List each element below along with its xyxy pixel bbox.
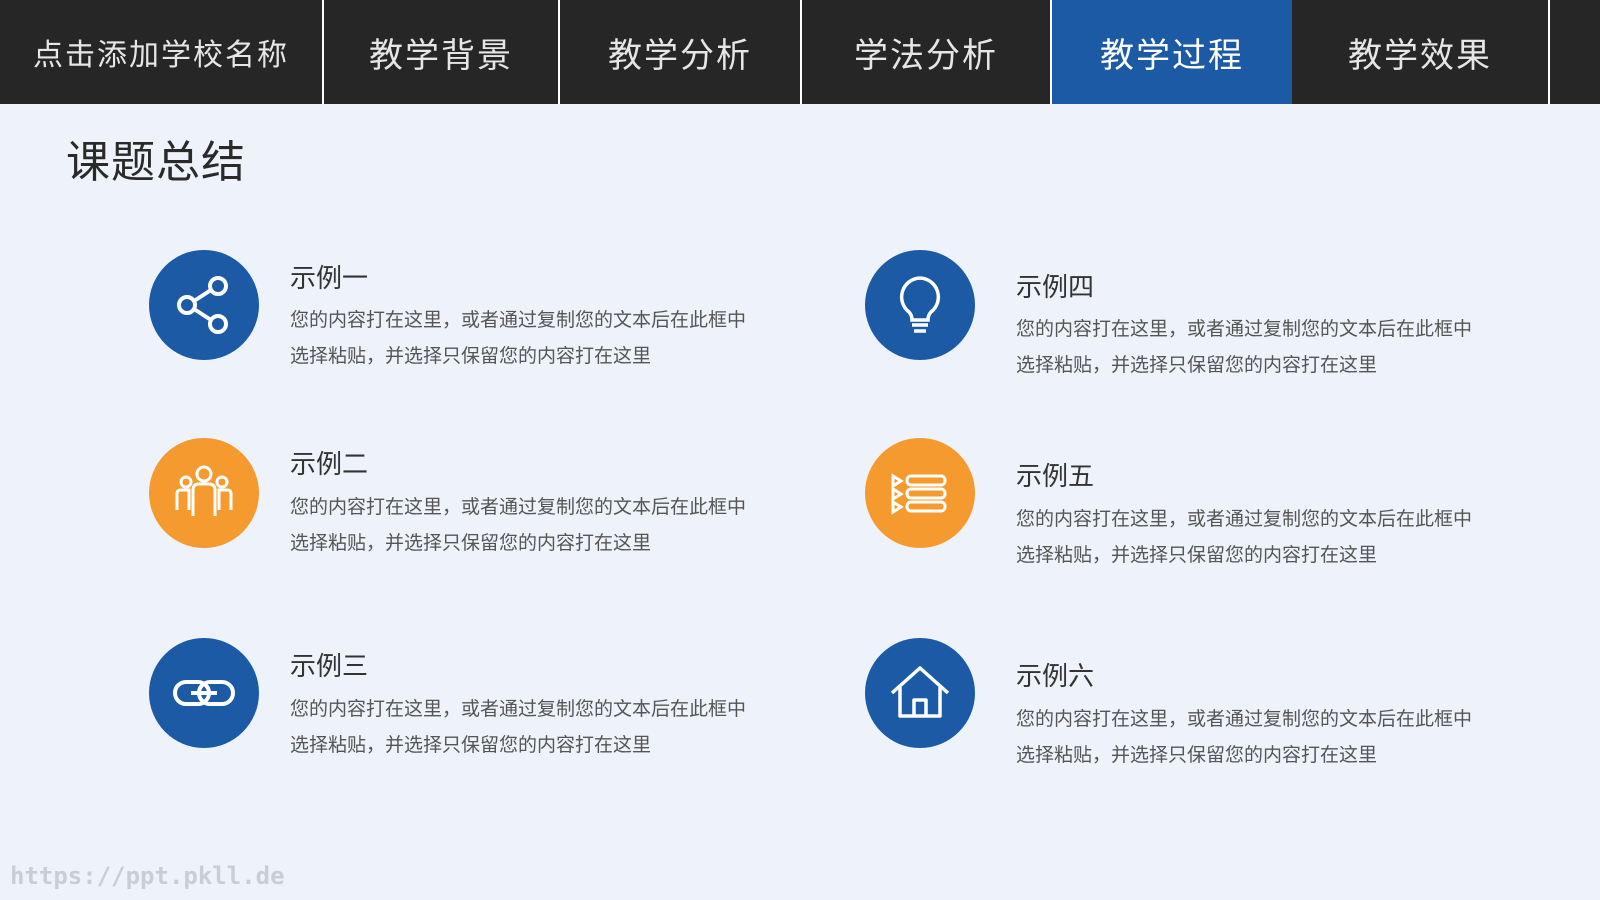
item-title: 示例六 (1016, 662, 1095, 692)
home-icon (865, 638, 975, 748)
nav-school-name[interactable]: 点击添加学校名称 (0, 0, 324, 104)
item-description: 您的内容打在这里，或者通过复制您的文本后在此框中选择粘贴，并选择只保留您的内容打… (1016, 508, 1473, 566)
list-icon (865, 438, 975, 548)
page-title: 课题总结 (66, 137, 246, 188)
item-description: 您的内容打在这里，或者通过复制您的文本后在此框中选择粘贴，并选择只保留您的内容打… (290, 309, 747, 367)
top-nav: 点击添加学校名称 教学背景 教学分析 学法分析 教学过程 教学效果 (0, 0, 1600, 104)
item-title: 示例三 (290, 652, 369, 682)
lightbulb-icon (865, 250, 975, 360)
item-description: 您的内容打在这里，或者通过复制您的文本后在此框中选择粘贴，并选择只保留您的内容打… (1016, 318, 1473, 376)
item-title: 示例五 (1016, 462, 1095, 492)
item-title: 示例一 (290, 264, 369, 294)
team-icon (149, 438, 259, 548)
watermark-url: https://ppt.pkll.de (10, 862, 285, 890)
tab-teaching-effect[interactable]: 教学效果 (1292, 0, 1550, 104)
link-icon (149, 638, 259, 748)
item-description: 您的内容打在这里，或者通过复制您的文本后在此框中选择粘贴，并选择只保留您的内容打… (1016, 708, 1473, 766)
share-icon (149, 250, 259, 360)
item-description: 您的内容打在这里，或者通过复制您的文本后在此框中选择粘贴，并选择只保留您的内容打… (290, 698, 747, 756)
tab-teaching-background[interactable]: 教学背景 (324, 0, 560, 104)
item-title: 示例二 (290, 450, 369, 480)
item-description: 您的内容打在这里，或者通过复制您的文本后在此框中选择粘贴，并选择只保留您的内容打… (290, 496, 747, 554)
item-title: 示例四 (1016, 273, 1095, 303)
tab-study-method-analysis[interactable]: 学法分析 (802, 0, 1052, 104)
tab-teaching-analysis[interactable]: 教学分析 (560, 0, 802, 104)
tab-teaching-process[interactable]: 教学过程 (1052, 0, 1292, 104)
